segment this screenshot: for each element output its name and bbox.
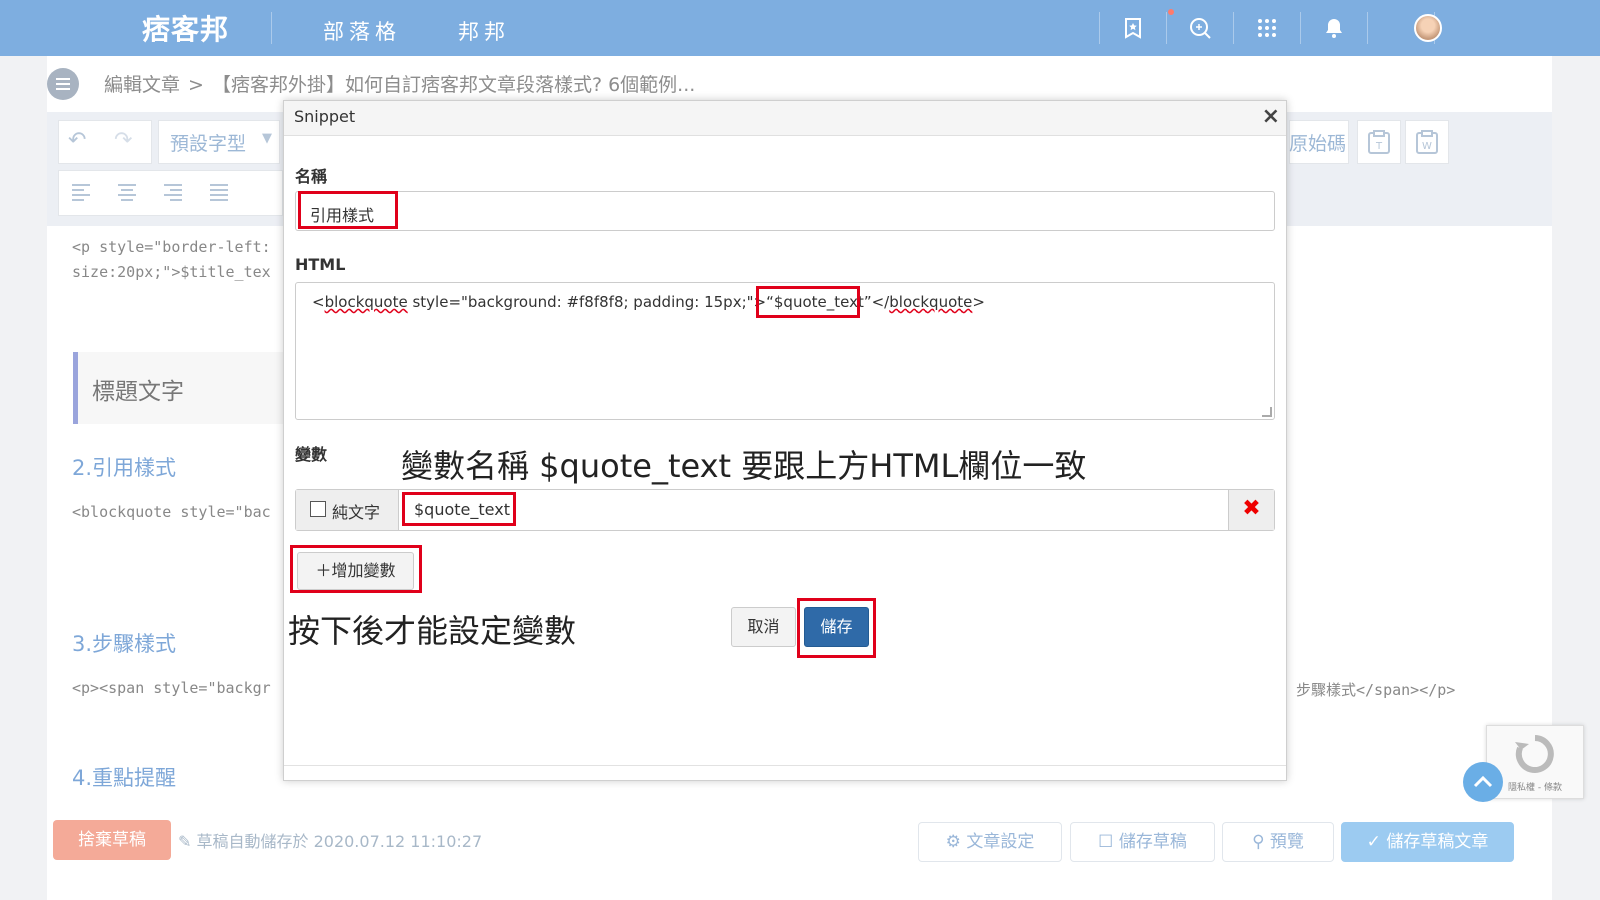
chevron-down-icon: ▼ (262, 131, 272, 146)
bell-icon[interactable] (1322, 16, 1346, 40)
html-text-segment: < (312, 293, 325, 311)
preview-button[interactable]: ⚲ 預覽 (1222, 822, 1334, 862)
gear-icon: ⚙ (945, 832, 961, 852)
article-settings-label: 文章設定 (966, 832, 1035, 852)
title-style-preview: 標題文字 (73, 352, 283, 424)
redo-icon[interactable]: ↷ (114, 128, 132, 153)
code-line: 步驟樣式</span></p> (1296, 681, 1456, 699)
nav-link-blog[interactable]: 部落格 (323, 16, 401, 46)
grid-icon[interactable] (1255, 16, 1279, 40)
svg-text:T: T (1375, 141, 1383, 152)
chevron-up-icon (1473, 775, 1493, 788)
save-draft-button[interactable]: ☐ 儲存草稿 (1070, 822, 1215, 862)
title-preview-text: 標題文字 (92, 379, 184, 405)
code-line: <blockquote style="bac (72, 503, 271, 521)
align-left-icon[interactable] (70, 182, 92, 204)
autosave-status: ✎ 草稿自動儲存於 2020.07.12 11:10:27 (178, 828, 482, 852)
snippet-modal: Snippet × 名稱 引用樣式 HTML <blockquote style… (283, 100, 1287, 781)
search-icon[interactable] (1188, 16, 1212, 40)
plain-text-label: 純文字 (332, 503, 381, 522)
breadcrumb: 編輯文章 > 【痞客邦外掛】如何自訂痞客邦文章段落樣式? 6個範例... (104, 70, 695, 97)
cancel-button[interactable]: 取消 (731, 607, 796, 647)
publish-button[interactable]: ✓ 儲存草稿文章 (1341, 822, 1514, 862)
undo-icon[interactable]: ↶ (68, 128, 86, 153)
modal-footer-divider (284, 765, 1286, 766)
source-code-label: 原始碼 (1289, 133, 1347, 155)
nav-divider (1300, 12, 1301, 44)
highlight-box (402, 492, 516, 526)
modal-title: Snippet (294, 107, 356, 126)
edit-icon: ✎ (178, 832, 192, 851)
paste-word-icon: W (1416, 130, 1438, 154)
html-text-segment: > (972, 293, 985, 311)
breadcrumb-current: 【痞客邦外掛】如何自訂痞客邦文章段落樣式? 6個範例... (211, 74, 696, 96)
font-select-value: 預設字型 (170, 133, 247, 155)
html-text-segment: blockquote (889, 293, 973, 311)
search-icon: ⚲ (1252, 832, 1265, 852)
highlight-box (797, 598, 876, 658)
name-input[interactable]: 引用樣式 (295, 191, 1275, 231)
html-label: HTML (295, 255, 346, 274)
code-line: size:20px;">$title_tex (72, 263, 271, 281)
annotation-var-note: 變數名稱 $quote_text 要跟上方HTML欄位一致 (401, 447, 1087, 485)
article-settings-button[interactable]: ⚙ 文章設定 (918, 822, 1062, 862)
section-heading: 4.重點提醒 (72, 766, 177, 790)
annotation-add-note: 按下後才能設定變數 (288, 612, 577, 650)
plain-text-toggle[interactable]: 純文字 (296, 490, 399, 530)
highlight-box (290, 545, 422, 593)
check-icon: ✓ (1366, 832, 1381, 852)
code-line: <p><span style="backgr (72, 679, 271, 697)
html-textarea-value: <blockquote style="background: #f8f8f8; … (312, 293, 985, 311)
avatar[interactable] (1414, 14, 1442, 42)
align-justify-icon[interactable] (208, 182, 230, 204)
align-center-icon[interactable] (116, 182, 138, 204)
breadcrumb-root[interactable]: 編輯文章 (104, 74, 180, 96)
section-heading: 2.引用樣式 (72, 456, 177, 480)
html-text-segment: ”</ (863, 293, 890, 311)
bookmark-icon[interactable] (1121, 16, 1145, 40)
code-line: <p style="border-left: (72, 238, 271, 256)
name-label: 名稱 (295, 167, 328, 186)
autosave-text: 草稿自動儲存於 2020.07.12 11:10:27 (196, 832, 483, 851)
recaptcha-icon (1515, 735, 1554, 773)
delete-variable-icon[interactable]: ✖ (1228, 490, 1274, 530)
variables-label: 變數 (295, 445, 328, 464)
nav-divider (1367, 12, 1368, 44)
modal-header: Snippet × (284, 101, 1286, 136)
menu-button[interactable] (47, 68, 79, 100)
resize-handle[interactable] (1262, 407, 1272, 417)
html-text-segment: blockquote (324, 293, 408, 311)
close-icon[interactable]: × (1262, 104, 1280, 129)
top-navigation: 痞客邦 部落格 邦邦 (0, 0, 1600, 56)
notification-dot (1168, 9, 1174, 15)
discard-draft-button[interactable]: 捨棄草稿 (53, 820, 171, 860)
nav-divider (1166, 12, 1167, 44)
save-draft-label: 儲存草稿 (1118, 832, 1187, 852)
nav-divider (271, 12, 272, 44)
site-logo[interactable]: 痞客邦 (142, 8, 229, 48)
highlight-box (756, 286, 860, 318)
nav-link-bangbang[interactable]: 邦邦 (458, 16, 510, 46)
scroll-to-top-button[interactable] (1463, 762, 1503, 802)
plain-text-checkbox[interactable] (310, 501, 326, 517)
publish-label: 儲存草稿文章 (1386, 832, 1489, 852)
html-text-segment: style="background: #f8f8f8; padding: 15p… (407, 293, 774, 311)
paste-text-icon: T (1368, 130, 1390, 154)
highlight-box (298, 191, 398, 229)
nav-divider (1099, 12, 1100, 44)
section-heading: 3.步驟樣式 (72, 632, 177, 656)
preview-label: 預覽 (1269, 832, 1304, 852)
draft-icon: ☐ (1098, 832, 1114, 852)
svg-text:W: W (1422, 141, 1432, 152)
align-right-icon[interactable] (162, 182, 184, 204)
breadcrumb-separator: > (188, 74, 204, 96)
nav-divider (1233, 12, 1234, 44)
